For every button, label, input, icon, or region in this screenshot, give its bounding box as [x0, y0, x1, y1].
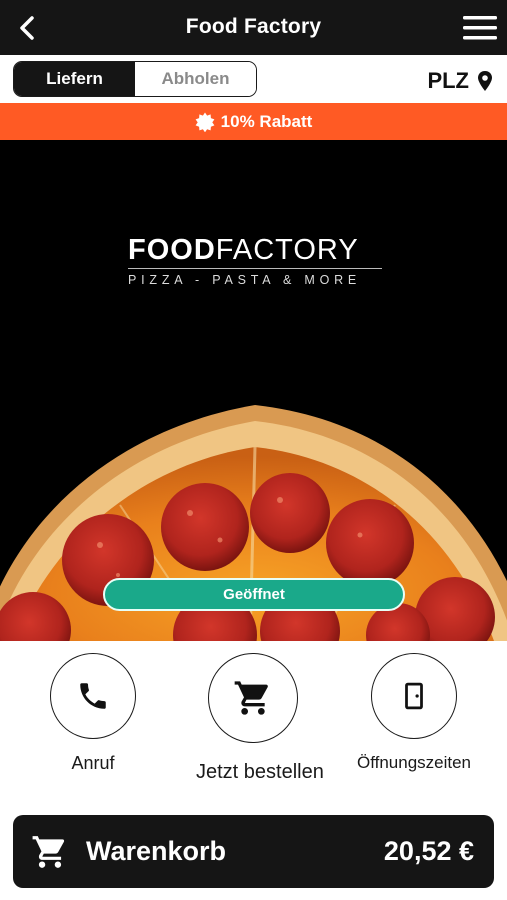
- logo-text-light: FACTORY: [215, 234, 359, 266]
- door-icon: [405, 682, 423, 710]
- delivery-mode-row: Liefern Abholen PLZ: [0, 55, 507, 103]
- opening-hours-label: Öffnungszeiten: [356, 753, 472, 772]
- cart-icon: [32, 836, 65, 868]
- order-now-action[interactable]: Jetzt bestellen: [196, 653, 324, 784]
- badge-icon: [195, 112, 215, 132]
- location-pin-icon: [478, 71, 492, 91]
- menu-button[interactable]: [461, 12, 499, 44]
- call-action[interactable]: Anruf: [50, 653, 136, 774]
- call-button[interactable]: [50, 653, 136, 739]
- cart-icon: [234, 681, 268, 715]
- hamburger-menu-icon: [463, 16, 497, 40]
- postcode-label: PLZ: [427, 68, 469, 93]
- order-now-button[interactable]: [208, 653, 298, 743]
- page-title: Food Factory: [185, 15, 322, 38]
- discount-label: 10% Rabatt: [220, 111, 313, 131]
- hero-banner: FOODFACTORY PIZZA - PASTA & MORE Geöffne…: [0, 140, 507, 641]
- order-now-label: Jetzt bestellen: [196, 761, 324, 783]
- cart-bar[interactable]: Warenkorb 20,52 €: [13, 815, 494, 888]
- open-status-badge: Geöffnet: [103, 578, 405, 611]
- cart-label: Warenkorb: [86, 836, 227, 866]
- mode-option-abholen[interactable]: Abholen: [135, 62, 256, 96]
- call-label: Anruf: [71, 753, 115, 773]
- top-app-bar: Food Factory: [0, 0, 507, 55]
- logo-text-bold: FOOD: [128, 234, 216, 266]
- logo-subtitle: PIZZA - PASTA & MORE: [128, 273, 362, 287]
- phone-icon: [80, 683, 106, 709]
- discount-banner[interactable]: 10% Rabatt: [0, 103, 507, 140]
- opening-hours-action[interactable]: Öffnungszeiten: [354, 653, 474, 773]
- delivery-mode-toggle: Liefern Abholen: [13, 61, 257, 97]
- postcode-button[interactable]: PLZ: [427, 68, 493, 94]
- logo-divider: [128, 268, 382, 269]
- cart-total: 20,52 €: [383, 836, 474, 866]
- mode-option-liefern[interactable]: Liefern: [14, 62, 135, 96]
- quick-actions: Anruf Jetzt bestellen Öffnungszeiten: [0, 641, 507, 801]
- restaurant-logo: FOODFACTORY PIZZA - PASTA & MORE: [128, 234, 382, 287]
- opening-hours-button[interactable]: [371, 653, 457, 739]
